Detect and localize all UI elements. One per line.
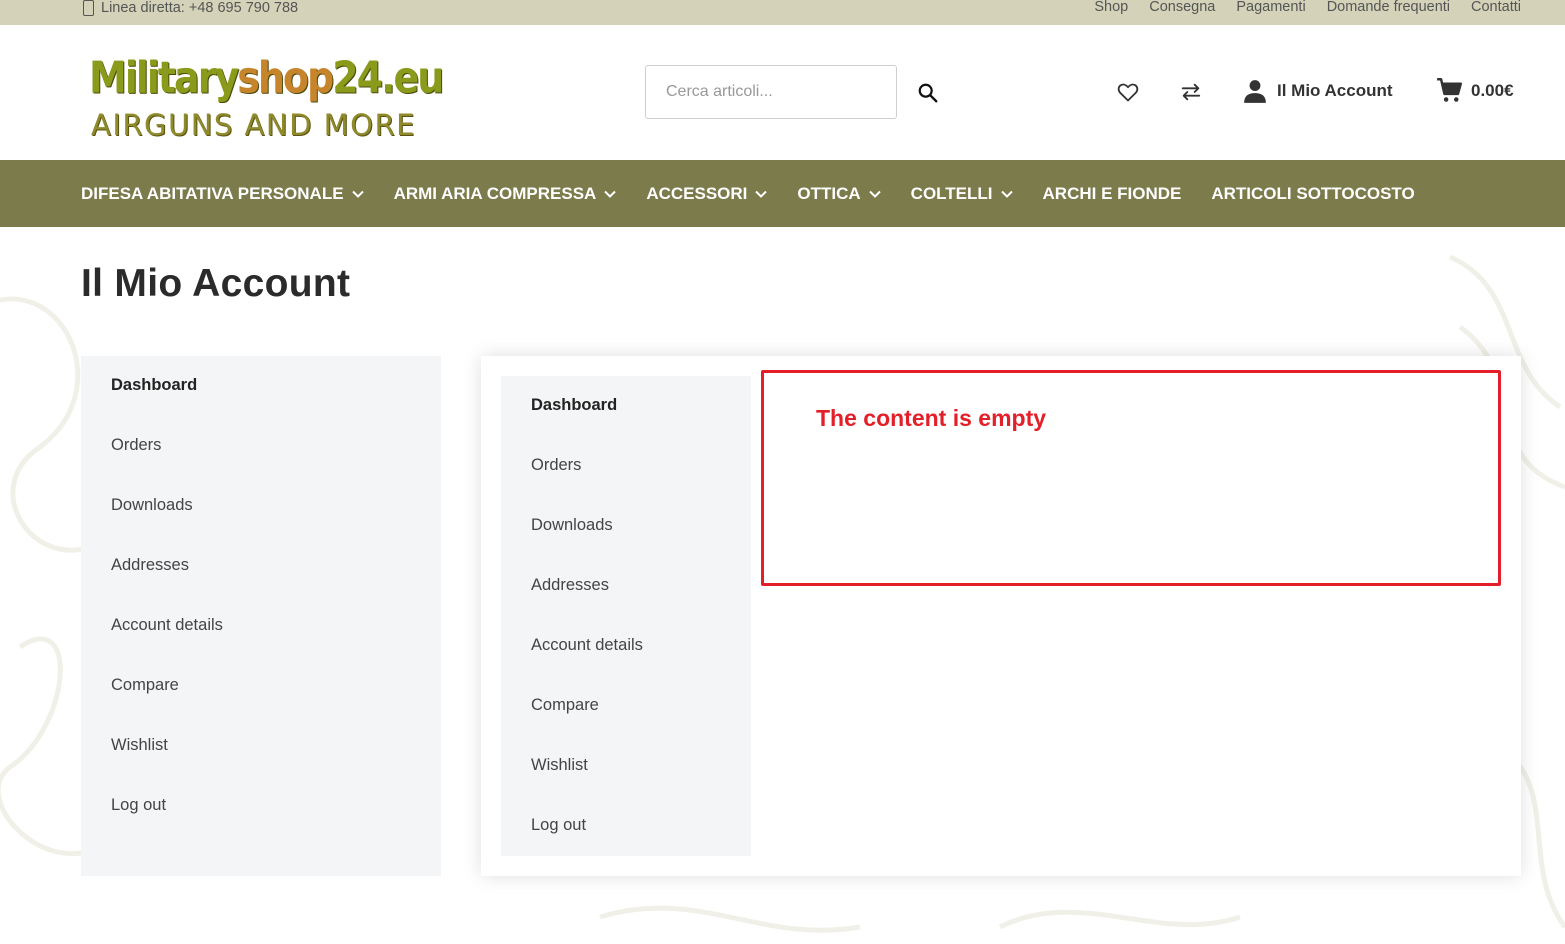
- menu-item-orders[interactable]: Orders: [81, 416, 441, 476]
- chevron-down-icon: [755, 190, 768, 198]
- top-link-consegna[interactable]: Consegna: [1149, 0, 1215, 15]
- nav-item-sottocosto[interactable]: ARTICOLI SOTTOCOSTO: [1211, 184, 1414, 204]
- menu-item-dashboard[interactable]: Dashboard: [81, 356, 441, 416]
- page-title: Il Mio Account: [81, 262, 351, 305]
- account-label: Il Mio Account: [1277, 81, 1393, 100]
- nav-item-difesa[interactable]: DIFESA ABITATIVA PERSONALE: [81, 184, 364, 204]
- menu-item-compare[interactable]: Compare: [501, 676, 751, 736]
- phone-icon: [83, 0, 94, 16]
- top-link-faq[interactable]: Domande frequenti: [1327, 0, 1450, 15]
- nav-item-coltelli[interactable]: COLTELLI: [911, 184, 1013, 204]
- menu-item-addresses[interactable]: Addresses: [81, 536, 441, 596]
- menu-item-dashboard[interactable]: Dashboard: [501, 376, 751, 436]
- account-content-card: Dashboard Orders Downloads Addresses Acc…: [481, 356, 1521, 876]
- top-links: Shop Consegna Pagamenti Domande frequent…: [1094, 0, 1521, 15]
- nav-item-ottica[interactable]: OTTICA: [797, 183, 881, 204]
- menu-item-downloads[interactable]: Downloads: [501, 496, 751, 556]
- logo-wordmark: Militaryshop24.eu: [89, 52, 444, 103]
- site-header: Militaryshop24.eu AIRGUNS AND MORE Cerca…: [0, 25, 1565, 160]
- account-sidebar-inner: Dashboard Orders Downloads Addresses Acc…: [501, 376, 751, 856]
- account-sidebar: Dashboard Orders Downloads Addresses Acc…: [81, 356, 441, 876]
- logo-part-2: shop: [237, 52, 334, 103]
- chevron-down-icon: [868, 190, 881, 198]
- logo-part-3: 24.eu: [332, 52, 444, 103]
- top-link-contatti[interactable]: Contatti: [1471, 0, 1521, 15]
- nav-label: OTTICA: [797, 183, 861, 203]
- logo-part-1: Military: [89, 52, 239, 103]
- phone-line[interactable]: Linea diretta: +48 695 790 788: [83, 0, 298, 16]
- nav-item-armi[interactable]: ARMI ARIA COMPRESSA: [394, 184, 617, 204]
- logo-tagline: AIRGUNS AND MORE: [91, 108, 416, 142]
- compare-icon[interactable]: [1180, 81, 1202, 103]
- nav-item-archi[interactable]: ARCHI E FIONDE: [1043, 184, 1182, 204]
- nav-item-accessori[interactable]: ACCESSORI: [646, 183, 768, 204]
- top-link-pagamenti[interactable]: Pagamenti: [1236, 0, 1305, 15]
- phone-text: Linea diretta: +48 695 790 788: [101, 0, 299, 16]
- cart-total: 0.00€: [1471, 80, 1514, 100]
- search-input[interactable]: Cerca articoli...: [645, 65, 897, 119]
- menu-item-compare[interactable]: Compare: [81, 656, 441, 716]
- nav-label: ARCHI E FIONDE: [1042, 183, 1182, 203]
- menu-item-wishlist[interactable]: Wishlist: [81, 716, 441, 776]
- nav-label: ARMI ARIA COMPRESSA: [393, 183, 597, 203]
- site-logo[interactable]: Militaryshop24.eu AIRGUNS AND MORE: [89, 52, 444, 144]
- nav-label: COLTELLI: [910, 183, 993, 203]
- account-link[interactable]: Il Mio Account: [1242, 78, 1393, 104]
- main-nav: DIFESA ABITATIVA PERSONALE ARMI ARIA COM…: [0, 160, 1565, 227]
- menu-item-account-details[interactable]: Account details: [81, 596, 441, 656]
- nav-label: DIFESA ABITATIVA PERSONALE: [81, 183, 344, 203]
- cart-link[interactable]: 0.00€: [1436, 77, 1514, 104]
- cart-icon: [1437, 78, 1462, 102]
- empty-content-box: The content is empty: [761, 370, 1501, 586]
- search-icon[interactable]: [917, 82, 939, 104]
- menu-item-addresses[interactable]: Addresses: [501, 556, 751, 616]
- menu-item-logout[interactable]: Log out: [81, 776, 441, 836]
- heart-icon[interactable]: [1116, 80, 1140, 104]
- chevron-down-icon: [604, 190, 617, 198]
- top-link-shop[interactable]: Shop: [1094, 0, 1128, 15]
- user-icon: [1244, 80, 1266, 103]
- menu-item-wishlist[interactable]: Wishlist: [501, 736, 751, 796]
- menu-item-downloads[interactable]: Downloads: [81, 476, 441, 536]
- empty-content-message: The content is empty: [816, 405, 1047, 431]
- nav-label: ARTICOLI SOTTOCOSTO: [1211, 183, 1415, 203]
- nav-label: ACCESSORI: [646, 183, 748, 203]
- menu-item-logout[interactable]: Log out: [501, 796, 751, 856]
- chevron-down-icon: [1000, 190, 1013, 198]
- top-bar: Linea diretta: +48 695 790 788 Shop Cons…: [0, 0, 1565, 25]
- menu-item-orders[interactable]: Orders: [501, 436, 751, 496]
- chevron-down-icon: [351, 190, 364, 198]
- menu-item-account-details[interactable]: Account details: [501, 616, 751, 676]
